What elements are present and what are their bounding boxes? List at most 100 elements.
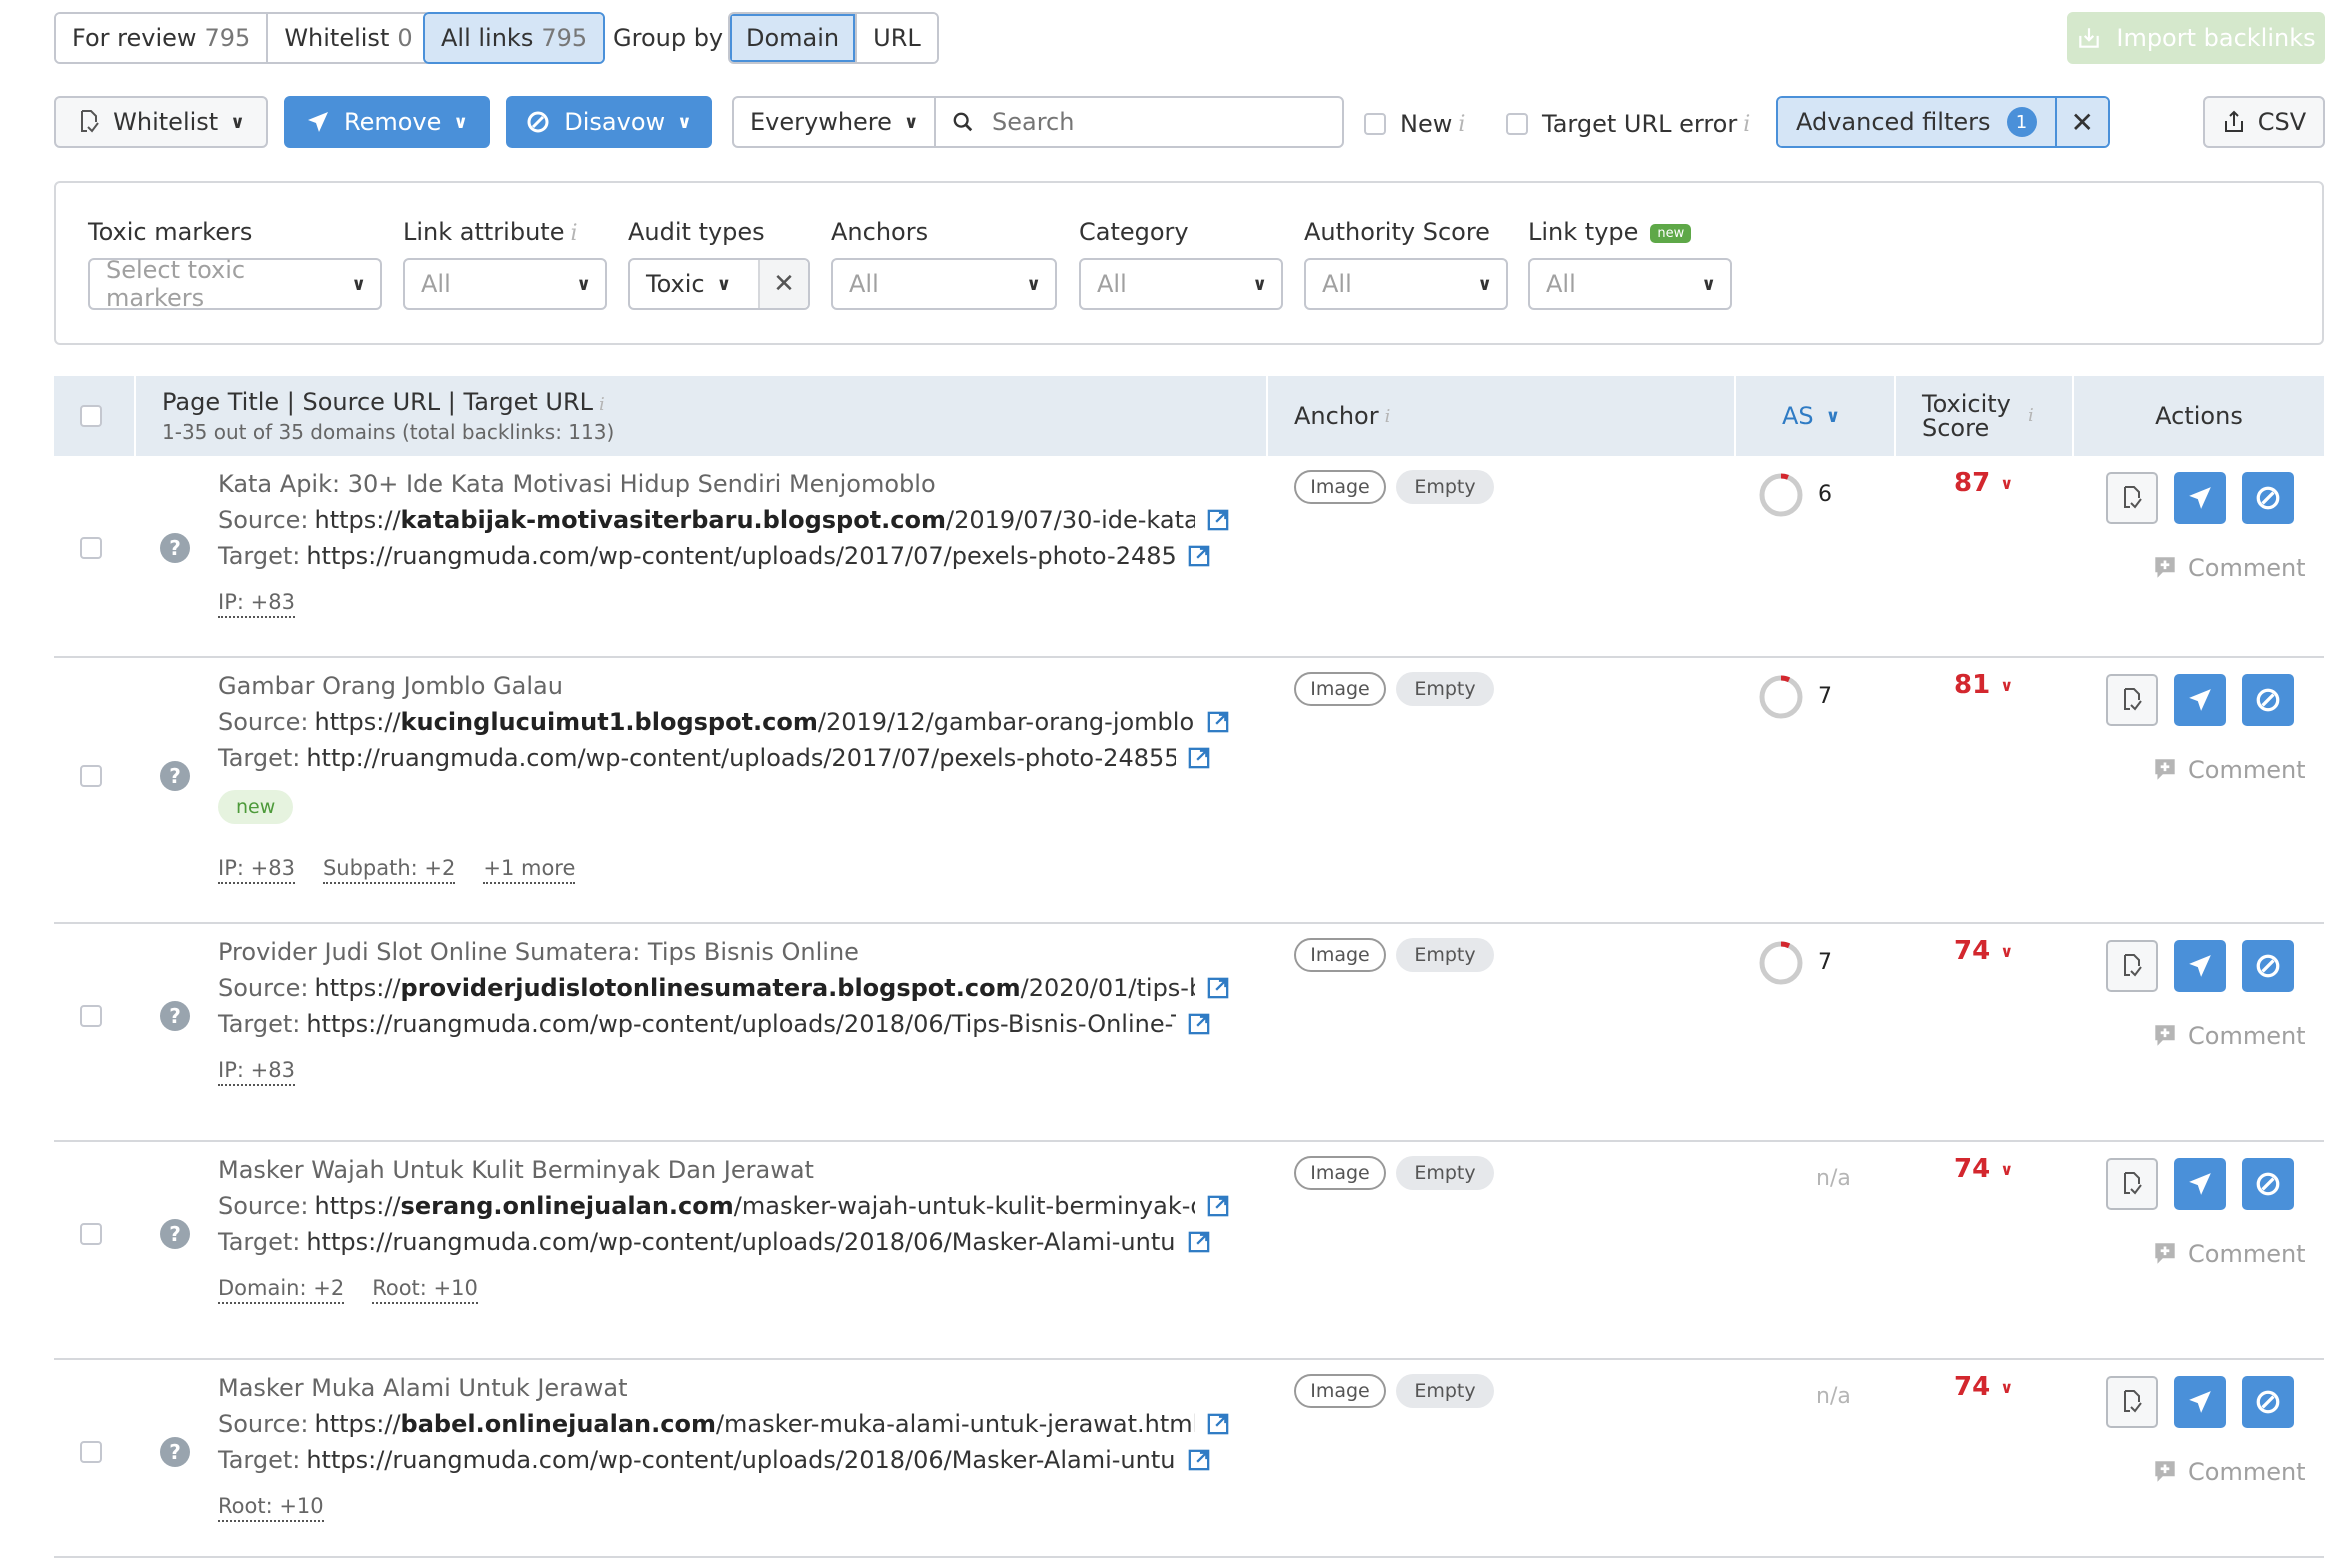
tab-all-links[interactable]: All links 795 bbox=[425, 14, 604, 62]
export-csv-button[interactable]: CSV bbox=[2203, 96, 2325, 148]
audit-types-select[interactable]: Toxic ∨ ✕ bbox=[628, 258, 810, 310]
whitelist-action-button[interactable] bbox=[2106, 472, 2158, 524]
search-field[interactable] bbox=[934, 96, 1344, 148]
whitelist-action-button[interactable] bbox=[2106, 940, 2158, 992]
unknown-status-icon[interactable]: ? bbox=[160, 1001, 190, 1031]
add-comment-button[interactable]: Comment bbox=[2152, 1240, 2306, 1268]
external-link-icon[interactable] bbox=[1207, 977, 1229, 999]
external-link-icon[interactable] bbox=[1188, 1013, 1210, 1035]
tab-for-review[interactable]: For review 795 bbox=[56, 14, 267, 62]
target-url-link[interactable]: http://ruangmuda.com/wp-content/uploads/… bbox=[306, 744, 1176, 772]
add-comment-button[interactable]: Comment bbox=[2152, 1458, 2306, 1486]
link-type-select[interactable]: All ∨ bbox=[1528, 258, 1732, 310]
info-icon[interactable]: i bbox=[1458, 112, 1465, 137]
external-link-icon[interactable] bbox=[1188, 747, 1210, 769]
external-link-icon[interactable] bbox=[1207, 1413, 1229, 1435]
row-checkbox[interactable] bbox=[80, 537, 102, 559]
whitelist-action-button[interactable] bbox=[2106, 1158, 2158, 1210]
row-checkbox[interactable] bbox=[80, 1223, 102, 1245]
add-comment-button[interactable]: Comment bbox=[2152, 756, 2306, 784]
whitelist-action-button[interactable] bbox=[2106, 1376, 2158, 1428]
link-attribute-select[interactable]: All ∨ bbox=[403, 258, 607, 310]
review-tabs: For review 795 Whitelist 0 bbox=[54, 12, 431, 64]
row-checkbox[interactable] bbox=[80, 1441, 102, 1463]
toxic-markers-select[interactable]: Select toxic markers ∨ bbox=[88, 256, 382, 312]
disavow-action-button[interactable] bbox=[2242, 1376, 2294, 1428]
info-icon[interactable]: i bbox=[1385, 406, 1391, 427]
search-input[interactable] bbox=[990, 107, 1290, 137]
whitelist-action-button[interactable] bbox=[2106, 674, 2158, 726]
external-link-icon[interactable] bbox=[1188, 545, 1210, 567]
new-checkbox[interactable] bbox=[1364, 113, 1386, 135]
group-by-domain[interactable]: Domain bbox=[730, 14, 856, 62]
group-tag[interactable]: IP: +83 bbox=[218, 590, 295, 618]
target-url-link[interactable]: https://ruangmuda.com/wp-content/uploads… bbox=[306, 1228, 1176, 1256]
row-checkbox[interactable] bbox=[80, 765, 102, 787]
group-tag[interactable]: Root: +10 bbox=[372, 1276, 478, 1304]
disavow-dropdown-button[interactable]: Disavow ∨ bbox=[506, 96, 712, 148]
remove-dropdown-button[interactable]: Remove ∨ bbox=[284, 96, 490, 148]
clear-advanced-filters-button[interactable]: ✕ bbox=[2054, 98, 2108, 146]
column-as-sort[interactable]: AS ∨ bbox=[1782, 376, 1840, 456]
column-toxicity[interactable]: Toxicity Score i bbox=[1922, 376, 2042, 456]
toxicity-score[interactable]: 74 ∨ bbox=[1954, 1154, 2013, 1184]
select-all-checkbox[interactable] bbox=[80, 405, 102, 427]
source-url-link[interactable]: https://providerjudislotonlinesumatera.b… bbox=[315, 974, 1195, 1002]
info-icon[interactable]: i bbox=[1743, 112, 1750, 137]
disavow-icon bbox=[2256, 688, 2280, 712]
row-checkbox[interactable] bbox=[80, 1005, 102, 1027]
unknown-status-icon[interactable]: ? bbox=[160, 1437, 190, 1467]
group-tag[interactable]: Root: +10 bbox=[218, 1494, 324, 1522]
group-tag[interactable]: IP: +83 bbox=[218, 1058, 295, 1086]
source-url-link[interactable]: https://kucinglucuimut1.blogspot.com/201… bbox=[315, 708, 1195, 736]
target-url-error-checkbox[interactable] bbox=[1506, 113, 1528, 135]
import-backlinks-button[interactable]: Import backlinks bbox=[2067, 12, 2325, 64]
clear-audit-types-button[interactable]: ✕ bbox=[758, 260, 808, 308]
authority-score-select[interactable]: All ∨ bbox=[1304, 258, 1508, 310]
toxicity-score[interactable]: 81 ∨ bbox=[1954, 670, 2013, 700]
external-link-icon[interactable] bbox=[1207, 711, 1229, 733]
remove-action-button[interactable] bbox=[2174, 1376, 2226, 1428]
source-url-link[interactable]: https://katabijak-motivasiterbaru.blogsp… bbox=[315, 506, 1195, 534]
scope-select[interactable]: Everywhere ∨ bbox=[732, 96, 936, 148]
disavow-action-button[interactable] bbox=[2242, 472, 2294, 524]
whitelist-doc-icon bbox=[2124, 1172, 2142, 1195]
info-icon[interactable]: i bbox=[570, 221, 577, 246]
advanced-filters-button[interactable]: Advanced filters 1 bbox=[1778, 98, 2055, 146]
external-link-icon[interactable] bbox=[1207, 1195, 1229, 1217]
toxicity-score[interactable]: 87 ∨ bbox=[1954, 468, 2013, 498]
group-tag[interactable]: IP: +83 bbox=[218, 856, 295, 884]
unknown-status-icon[interactable]: ? bbox=[160, 1219, 190, 1249]
external-link-icon[interactable] bbox=[1188, 1231, 1210, 1253]
disavow-action-button[interactable] bbox=[2242, 674, 2294, 726]
target-url-link[interactable]: https://ruangmuda.com/wp-content/uploads… bbox=[306, 1010, 1176, 1038]
category-select[interactable]: All ∨ bbox=[1079, 258, 1283, 310]
whitelist-dropdown-button[interactable]: Whitelist ∨ bbox=[54, 96, 268, 148]
external-link-icon[interactable] bbox=[1188, 1449, 1210, 1471]
external-link-icon[interactable] bbox=[1207, 509, 1229, 531]
remove-action-button[interactable] bbox=[2174, 674, 2226, 726]
unknown-status-icon[interactable]: ? bbox=[160, 533, 190, 563]
disavow-action-button[interactable] bbox=[2242, 940, 2294, 992]
info-icon[interactable]: i bbox=[2028, 404, 2034, 428]
info-icon[interactable]: i bbox=[599, 394, 605, 415]
target-url-link[interactable]: https://ruangmuda.com/wp-content/uploads… bbox=[306, 542, 1176, 570]
unknown-status-icon[interactable]: ? bbox=[160, 761, 190, 791]
remove-action-button[interactable] bbox=[2174, 472, 2226, 524]
group-by-url[interactable]: URL bbox=[855, 14, 937, 62]
remove-action-button[interactable] bbox=[2174, 1158, 2226, 1210]
group-tag[interactable]: Domain: +2 bbox=[218, 1276, 345, 1304]
source-url-link[interactable]: https://serang.onlinejualan.com/masker-w… bbox=[315, 1192, 1195, 1220]
remove-action-button[interactable] bbox=[2174, 940, 2226, 992]
group-tag[interactable]: Subpath: +2 bbox=[322, 856, 456, 884]
disavow-action-button[interactable] bbox=[2242, 1158, 2294, 1210]
target-url-link[interactable]: https://ruangmuda.com/wp-content/uploads… bbox=[306, 1446, 1176, 1474]
toxicity-score[interactable]: 74 ∨ bbox=[1954, 936, 2013, 966]
source-url-link[interactable]: https://babel.onlinejualan.com/masker-mu… bbox=[315, 1410, 1195, 1438]
tab-whitelist[interactable]: Whitelist 0 bbox=[266, 14, 429, 62]
group-tag[interactable]: +1 more bbox=[483, 856, 576, 884]
toxicity-score[interactable]: 74 ∨ bbox=[1954, 1372, 2013, 1402]
add-comment-button[interactable]: Comment bbox=[2152, 1022, 2306, 1050]
anchors-select[interactable]: All ∨ bbox=[831, 258, 1057, 310]
add-comment-button[interactable]: Comment bbox=[2152, 554, 2306, 582]
